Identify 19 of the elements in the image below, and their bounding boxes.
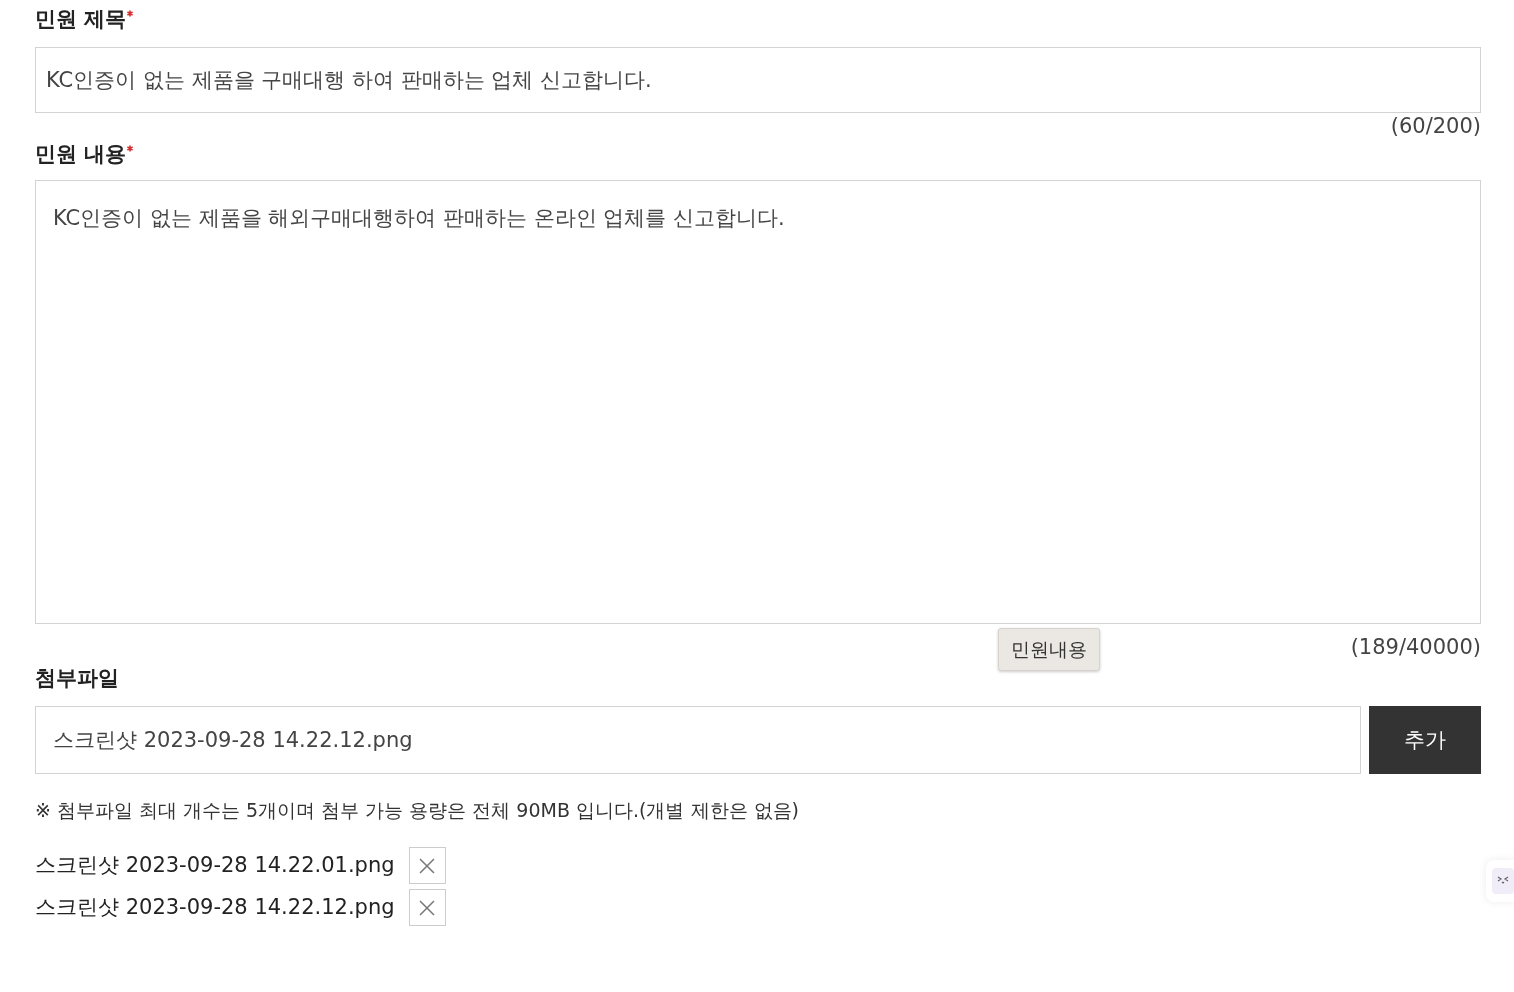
char-counter: (189/40000)	[1350, 634, 1481, 659]
file-name-field[interactable]: 스크린샷 2023-09-28 14.22.12.png	[35, 706, 1361, 775]
char-counter: (60/200)	[1390, 114, 1481, 139]
attached-file-name: 스크린샷 2023-09-28 14.22.01.png	[35, 852, 395, 880]
attached-file-name: 스크린샷 2023-09-28 14.22.12.png	[35, 894, 395, 922]
remove-file-button[interactable]	[408, 889, 446, 927]
tooltip: 민원내용	[998, 628, 1100, 671]
content-textarea[interactable]: KC인증이 없는 제품을 해외구매대행하여 판매하는 온라인 업체를 신고합니다.	[35, 179, 1481, 624]
attachment-note: ※ 첨부파일 최대 개수는 5개이며 첨부 가능 용량은 전체 90MB 입니다.(개별 제한은 없음)	[35, 798, 800, 824]
close-icon	[418, 899, 437, 917]
close-icon	[418, 857, 437, 875]
remove-file-button[interactable]	[408, 847, 446, 885]
title-input[interactable]: KC인증이 없는 제품을 구매대행 하여 판매하는 업체 신고합니다.	[35, 47, 1481, 114]
add-button[interactable]: 추가	[1369, 706, 1481, 775]
field-label: 첨부파일	[35, 665, 119, 693]
chat-widget[interactable]	[1486, 860, 1514, 902]
field-label: 민원 제목	[35, 6, 127, 33]
field-label: 민원 내용	[35, 140, 127, 168]
face-icon	[1492, 868, 1514, 894]
